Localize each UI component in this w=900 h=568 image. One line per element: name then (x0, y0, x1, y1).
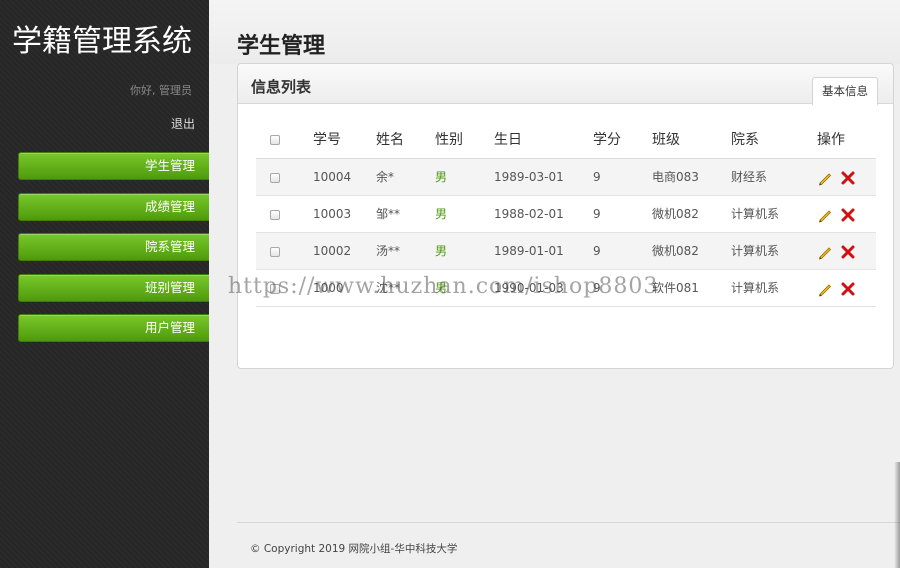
cell-class: 电商083 (652, 170, 699, 184)
page-title: 学生管理 (237, 34, 326, 59)
cell-department: 计算机系 (731, 244, 780, 258)
cell-birthday: 1989-01-01 (494, 244, 564, 258)
student-table: 学号 姓名 性别 生日 学分 班级 院系 操作 10004 余* 男 1989-… (256, 122, 876, 307)
table-row: 10002 汤** 男 1989-01-01 9 微机082 计算机系 (256, 233, 876, 270)
greeting-text: 你好, 管理员 (130, 84, 192, 97)
tab-basic-info[interactable]: 基本信息 (812, 77, 878, 105)
row-actions (817, 159, 859, 196)
checkbox-icon[interactable] (270, 283, 280, 294)
cell-name: 余* (376, 170, 395, 184)
main-content: 学生管理 信息列表 基本信息 学号 姓名 性别 生日 学分 班级 院系 操作 1… (209, 0, 900, 568)
delete-icon[interactable] (840, 170, 856, 186)
select-all-checkbox[interactable] (270, 122, 280, 159)
checkbox-icon[interactable] (270, 209, 280, 220)
cell-gender: 男 (435, 244, 448, 258)
header-class: 班级 (652, 132, 680, 148)
cell-gender: 男 (435, 281, 448, 295)
panel-title: 信息列表 (251, 78, 312, 96)
delete-icon[interactable] (840, 244, 856, 260)
cell-gender: 男 (435, 170, 448, 184)
header-department: 院系 (731, 132, 759, 148)
nav-item-grades[interactable]: 成绩管理 (18, 192, 209, 221)
cell-credit: 9 (593, 244, 601, 258)
cell-credit: 9 (593, 170, 601, 184)
cell-id: 1000 (313, 281, 344, 295)
row-checkbox[interactable] (270, 159, 280, 196)
checkbox-icon[interactable] (270, 172, 280, 183)
cell-birthday: 1989-03-01 (494, 170, 564, 184)
cell-birthday: 1990-01-03 (494, 281, 564, 295)
row-checkbox[interactable] (270, 270, 280, 307)
app-title: 学籍管理系统 (12, 24, 192, 59)
info-panel: 信息列表 基本信息 学号 姓名 性别 生日 学分 班级 院系 操作 10004 … (237, 63, 894, 369)
header-id: 学号 (313, 132, 341, 148)
checkbox-icon[interactable] (270, 135, 280, 145)
row-actions (817, 196, 859, 233)
header-actions: 操作 (817, 132, 845, 148)
cell-id: 10002 (313, 244, 352, 258)
logout-link[interactable]: 退出 (171, 115, 195, 132)
cell-id: 10004 (313, 170, 352, 184)
cell-class: 软件081 (652, 281, 699, 295)
edit-icon[interactable] (817, 281, 833, 297)
header-name: 姓名 (376, 132, 404, 148)
cell-gender: 男 (435, 207, 448, 221)
header-birthday: 生日 (494, 132, 522, 148)
footer-divider (237, 522, 900, 523)
row-actions (817, 233, 859, 270)
cell-name: 沈** (376, 281, 401, 295)
table-row: 10003 邹** 男 1988-02-01 9 微机082 计算机系 (256, 196, 876, 233)
delete-icon[interactable] (840, 207, 856, 223)
cell-department: 财经系 (731, 170, 768, 184)
row-actions (817, 270, 859, 307)
cell-name: 汤** (376, 244, 401, 258)
cell-class: 微机082 (652, 244, 699, 258)
cell-class: 微机082 (652, 207, 699, 221)
cell-department: 计算机系 (731, 207, 780, 221)
cell-credit: 9 (593, 207, 601, 221)
header-gender: 性别 (435, 132, 463, 148)
cell-id: 10003 (313, 207, 352, 221)
row-checkbox[interactable] (270, 233, 280, 270)
sidebar: 学籍管理系统 你好, 管理员 退出 学生管理 成绩管理 院系管理 班别管理 用户… (0, 0, 209, 568)
nav-item-student[interactable]: 学生管理 (18, 152, 209, 180)
copyright-text: © Copyright 2019 网院小组-华中科技大学 (250, 543, 458, 555)
nav-item-department[interactable]: 院系管理 (18, 233, 209, 261)
panel-header: 信息列表 基本信息 (238, 64, 893, 105)
cell-birthday: 1988-02-01 (494, 207, 564, 221)
row-checkbox[interactable] (270, 196, 280, 233)
cell-department: 计算机系 (731, 281, 780, 295)
edit-icon[interactable] (817, 244, 833, 260)
checkbox-icon[interactable] (270, 246, 280, 257)
edge-shadow (894, 462, 900, 568)
nav-item-class[interactable]: 班别管理 (18, 273, 209, 302)
delete-icon[interactable] (840, 281, 856, 297)
edit-icon[interactable] (817, 207, 833, 223)
cell-credit: 9 (593, 281, 601, 295)
header-credit: 学分 (593, 132, 621, 148)
table-row: 1000 沈** 男 1990-01-03 9 软件081 计算机系 (256, 270, 876, 307)
sidebar-nav: 学生管理 成绩管理 院系管理 班别管理 用户管理 (18, 152, 209, 355)
table-header-row: 学号 姓名 性别 生日 学分 班级 院系 操作 (256, 122, 876, 159)
table-row: 10004 余* 男 1989-03-01 9 电商083 财经系 (256, 159, 876, 196)
cell-name: 邹** (376, 207, 401, 221)
edit-icon[interactable] (817, 170, 833, 186)
nav-item-users[interactable]: 用户管理 (18, 314, 209, 342)
page-header: 学生管理 (209, 0, 900, 64)
